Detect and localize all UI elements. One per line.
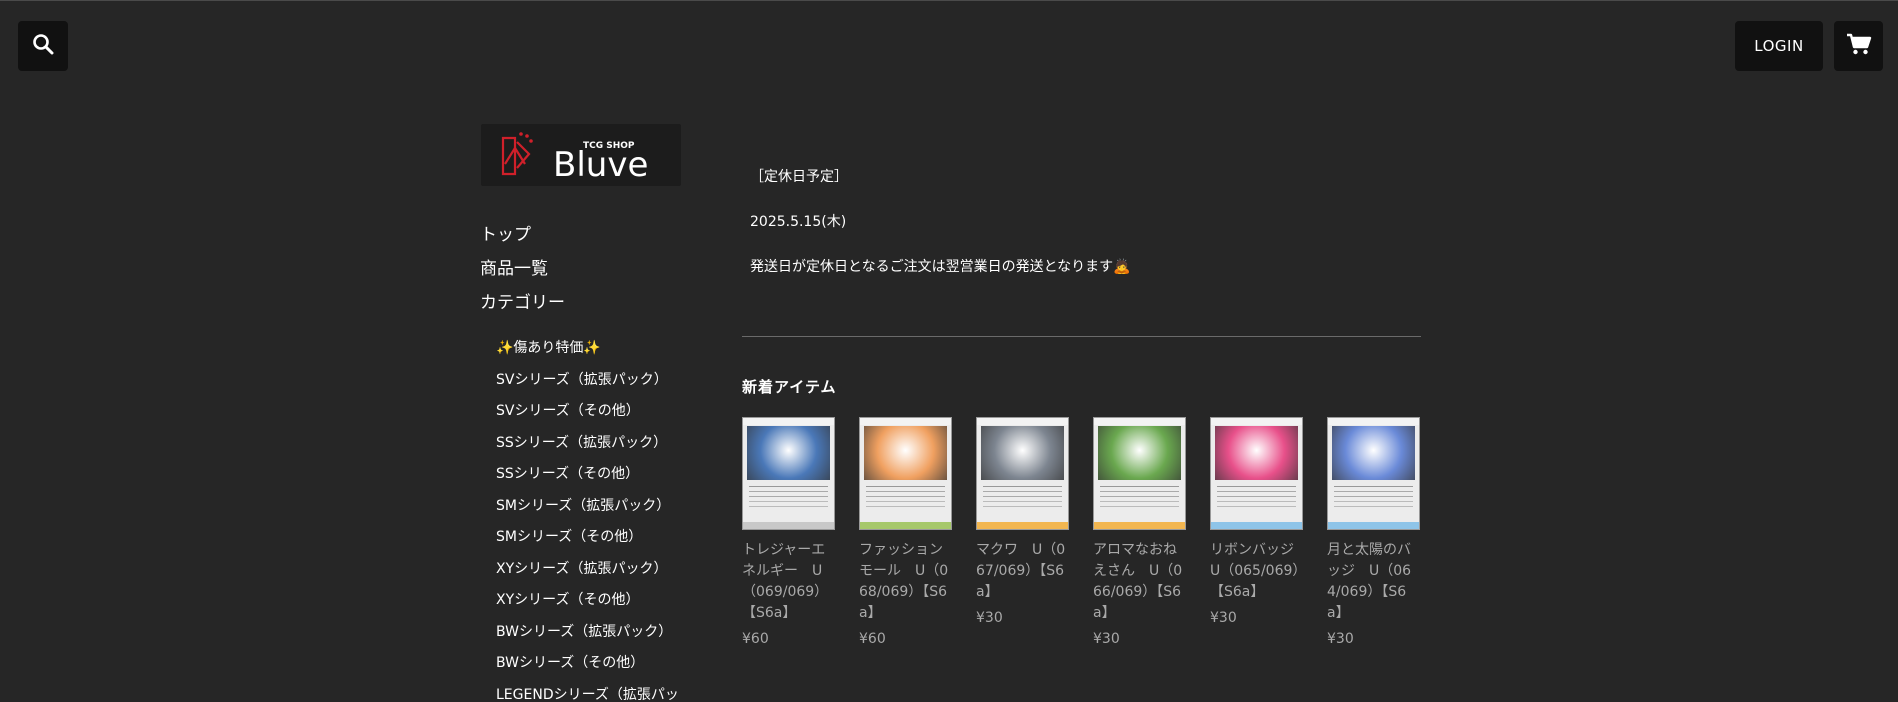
- category-item[interactable]: SMシリーズ（拡張パック）: [496, 493, 679, 525]
- product-image[interactable]: [1327, 417, 1420, 530]
- product-name[interactable]: 月と太陽のバッジ U（064/069）【S6a】: [1327, 540, 1420, 624]
- product-image[interactable]: [1093, 417, 1186, 530]
- category-item[interactable]: XYシリーズ（その他）: [496, 587, 679, 619]
- product-price: ¥60: [859, 631, 886, 647]
- product-image[interactable]: [859, 417, 952, 530]
- category-item[interactable]: ✨傷あり特価✨: [496, 335, 679, 367]
- category-item[interactable]: BWシリーズ（その他）: [496, 650, 679, 682]
- notice-date: 2025.5.15(木): [750, 214, 847, 230]
- product-card[interactable]: アロマなおねえさん U（066/069）【S6a】 ¥30: [1093, 417, 1186, 647]
- product-name[interactable]: リボンバッジ U（065/069）【S6a】: [1210, 540, 1308, 603]
- category-item[interactable]: SMシリーズ（その他）: [496, 524, 679, 556]
- category-item[interactable]: LEGENDシリーズ（拡張パッ: [496, 682, 679, 702]
- category-item[interactable]: SVシリーズ（その他）: [496, 398, 679, 430]
- category-item[interactable]: XYシリーズ（拡張パック）: [496, 556, 679, 588]
- product-card[interactable]: マクワ U（067/069）【S6a】 ¥30: [976, 417, 1069, 647]
- category-item[interactable]: SVシリーズ（拡張パック）: [496, 367, 679, 399]
- notice-message: 発送日が定休日となるご注文は翌営業日の発送となります🙇: [750, 259, 1131, 275]
- search-icon: [32, 33, 54, 59]
- nav-item-top[interactable]: トップ: [480, 221, 565, 255]
- login-button[interactable]: LOGIN: [1735, 21, 1823, 71]
- product-card[interactable]: リボンバッジ U（065/069）【S6a】 ¥30: [1210, 417, 1308, 647]
- product-card[interactable]: 月と太陽のバッジ U（064/069）【S6a】 ¥30: [1327, 417, 1420, 647]
- product-price: ¥30: [1093, 631, 1120, 647]
- category-item[interactable]: SSシリーズ（拡張パック）: [496, 430, 679, 462]
- product-name[interactable]: マクワ U（067/069）【S6a】: [976, 540, 1069, 603]
- cart-icon: [1846, 32, 1872, 60]
- product-name[interactable]: トレジャーエネルギー U（069/069）【S6a】: [742, 540, 835, 624]
- category-item[interactable]: SSシリーズ（その他）: [496, 461, 679, 493]
- product-name[interactable]: アロマなおねえさん U（066/069）【S6a】: [1093, 540, 1186, 624]
- product-image[interactable]: [1210, 417, 1303, 530]
- product-price: ¥60: [742, 631, 769, 647]
- category-item[interactable]: BWシリーズ（拡張パック）: [496, 619, 679, 651]
- category-list: ✨傷あり特価✨ SVシリーズ（拡張パック） SVシリーズ（その他） SSシリーズ…: [496, 335, 679, 702]
- main-nav: トップ 商品一覧 カテゴリー: [480, 221, 565, 323]
- notice-heading: ［定休日予定］: [750, 169, 848, 185]
- logo-brand-text: Bluve: [553, 145, 648, 185]
- top-border: [0, 0, 1898, 1]
- new-items-heading: 新着アイテム: [742, 378, 837, 396]
- product-name[interactable]: ファッションモール U（068/069）【S6a】: [859, 540, 952, 624]
- nav-item-products[interactable]: 商品一覧: [480, 255, 565, 289]
- search-button[interactable]: [18, 21, 68, 71]
- product-image[interactable]: [742, 417, 835, 530]
- product-price: ¥30: [976, 610, 1003, 626]
- notice-block: ［定休日予定］ 2025.5.15(木) 発送日が定休日となるご注文は翌営業日の…: [750, 164, 1131, 299]
- product-image[interactable]: [976, 417, 1069, 530]
- product-grid: トレジャーエネルギー U（069/069）【S6a】 ¥60 ファッションモール…: [742, 417, 1420, 647]
- logo-mark-icon: [501, 132, 533, 176]
- shop-logo[interactable]: TCG SHOP Bluve: [481, 124, 681, 186]
- product-price: ¥30: [1327, 631, 1354, 647]
- section-divider: [742, 336, 1421, 337]
- product-card[interactable]: ファッションモール U（068/069）【S6a】 ¥60: [859, 417, 952, 647]
- product-card[interactable]: トレジャーエネルギー U（069/069）【S6a】 ¥60: [742, 417, 835, 647]
- cart-button[interactable]: [1834, 21, 1883, 71]
- product-price: ¥30: [1210, 610, 1237, 626]
- nav-item-category[interactable]: カテゴリー: [480, 289, 565, 323]
